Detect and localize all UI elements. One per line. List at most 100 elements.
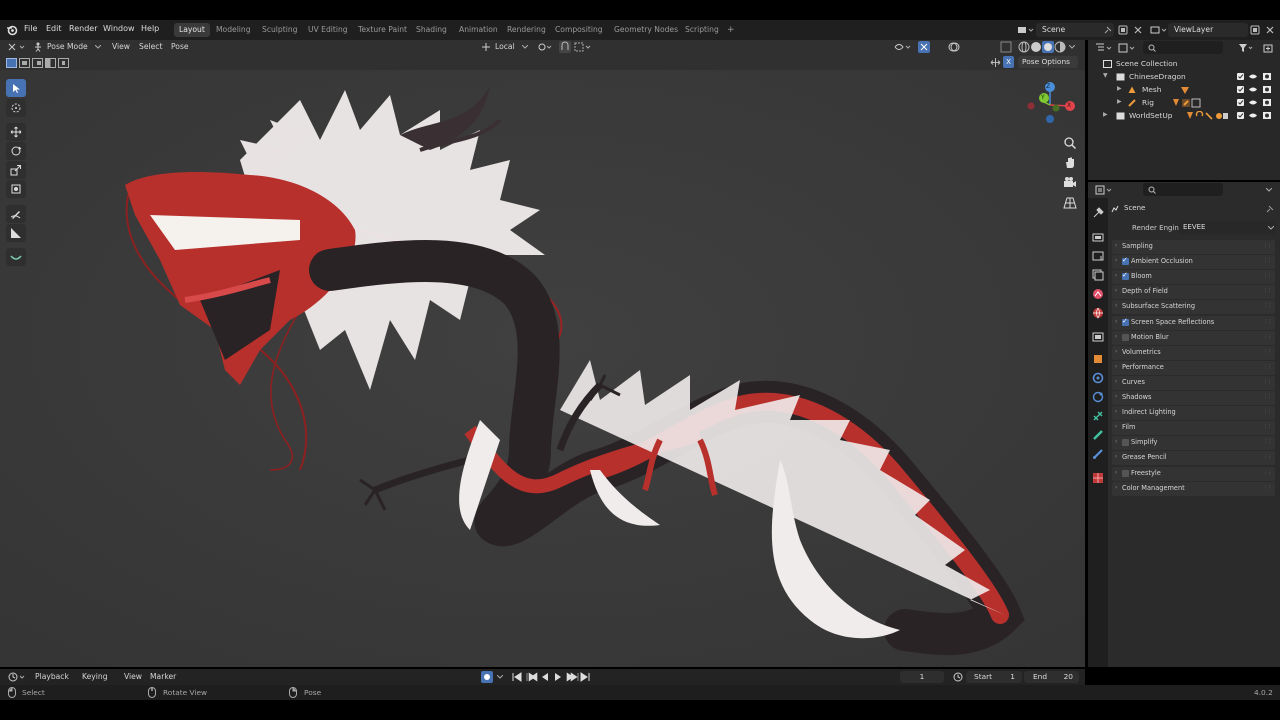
tab-animation[interactable]: Animation (454, 23, 503, 37)
panel-enable-checkbox[interactable] (1122, 256, 1129, 266)
drag-handle-icon[interactable]: ⋮⋮ (1263, 349, 1272, 355)
clock-icon[interactable] (953, 672, 963, 682)
menu-keying[interactable]: Keying (82, 672, 108, 681)
menu-help[interactable]: Help (141, 24, 159, 33)
drag-handle-icon[interactable]: ⋮⋮ (1263, 439, 1272, 445)
bone-tab-icon[interactable] (1092, 448, 1104, 460)
outliner-item-mesh[interactable]: Mesh (1142, 85, 1161, 94)
chevron-right-icon[interactable]: › (1115, 363, 1117, 370)
tab-modeling[interactable]: Modeling (211, 23, 256, 37)
select-mode-invert-icon[interactable] (45, 58, 56, 68)
panel-depth-of-field[interactable]: › Depth of Field ⋮⋮ (1112, 285, 1275, 300)
panel-grease-pencil[interactable]: › Grease Pencil ⋮⋮ (1112, 451, 1275, 466)
render-tab-icon[interactable] (1092, 231, 1104, 243)
outliner-item-rig[interactable]: Rig (1142, 98, 1154, 107)
drag-handle-icon[interactable]: ⋮⋮ (1263, 364, 1272, 370)
panel-enable-checkbox[interactable] (1122, 271, 1129, 281)
menu-edit[interactable]: Edit (46, 24, 62, 33)
perspective-toggle-icon[interactable] (1063, 196, 1077, 210)
drag-handle-icon[interactable]: ⋮⋮ (1263, 303, 1272, 309)
scene-icon[interactable] (1017, 25, 1035, 35)
panel-simplify[interactable]: › Simplify ⋮⋮ (1112, 436, 1275, 451)
panel-screen-space-reflections[interactable]: › Screen Space Reflections ⋮⋮ (1112, 315, 1275, 330)
chevron-right-icon[interactable]: › (1115, 438, 1117, 445)
chevron-right-icon[interactable]: › (1115, 302, 1117, 309)
tab-layout[interactable]: Layout (174, 23, 210, 37)
select-mode-subtract-icon[interactable] (32, 58, 43, 68)
annotate-tool[interactable] (6, 205, 26, 223)
tab-shading[interactable]: Shading (411, 23, 452, 37)
physics-tab-icon[interactable] (1092, 391, 1104, 403)
chevron-right-icon[interactable]: › (1115, 453, 1117, 460)
tab-scripting[interactable]: Scripting (680, 23, 724, 37)
collection-tab-icon[interactable] (1092, 331, 1104, 343)
panel-indirect-lighting[interactable]: › Indirect Lighting ⋮⋮ (1112, 406, 1275, 421)
filter-icon[interactable] (1238, 43, 1254, 53)
transform-tool[interactable] (6, 180, 26, 198)
chevron-right-icon[interactable]: › (1115, 484, 1117, 491)
end-frame-field[interactable]: End 20 (1024, 671, 1079, 683)
start-frame-field[interactable]: Start 1 (966, 671, 1022, 683)
move-tool[interactable] (6, 123, 26, 141)
overlays-toggle-icon[interactable] (948, 41, 960, 53)
object-constraints-tab-icon[interactable] (1092, 410, 1104, 422)
menu-playback[interactable]: Playback (35, 672, 69, 681)
chevron-down-icon[interactable] (1266, 188, 1272, 192)
rotate-tool[interactable] (6, 142, 26, 160)
scene-field[interactable]: Scene (1036, 23, 1114, 37)
current-frame-field[interactable]: 1 (900, 671, 944, 683)
tab-rendering[interactable]: Rendering (502, 23, 551, 37)
visibility-selectability-icon[interactable] (894, 42, 912, 52)
panel-freestyle[interactable]: › Freestyle ⋮⋮ (1112, 466, 1275, 481)
object-data-armature-tab-icon[interactable] (1092, 429, 1104, 441)
material-preview-shading-icon[interactable] (1042, 41, 1054, 53)
panel-volumetrics[interactable]: › Volumetrics ⋮⋮ (1112, 345, 1275, 360)
panel-sampling[interactable]: › Sampling ⋮⋮ (1112, 240, 1275, 254)
tool-tab-icon[interactable] (1092, 207, 1104, 219)
panel-shadows[interactable]: › Shadows ⋮⋮ (1112, 391, 1275, 405)
pan-hand-icon[interactable] (1063, 156, 1077, 170)
navigation-gizmo[interactable] (1022, 78, 1080, 136)
remove-scene-icon[interactable] (1133, 25, 1143, 35)
new-scene-icon[interactable] (1118, 25, 1128, 35)
tab-sculpting[interactable]: Sculpting (257, 23, 302, 37)
expand-arrow-icon[interactable]: ▼ (1103, 72, 1108, 79)
tab-geometry-nodes[interactable]: Geometry Nodes (609, 23, 683, 37)
panel-bloom[interactable]: › Bloom ⋮⋮ (1112, 270, 1275, 285)
gizmo-toggle-icon[interactable] (918, 41, 930, 53)
view-layer-field[interactable]: ViewLayer (1168, 23, 1248, 37)
menu-marker[interactable]: Marker (150, 672, 176, 681)
menu-select[interactable]: Select (139, 42, 162, 51)
tab-uv-editing[interactable]: UV Editing (303, 23, 353, 37)
chevron-right-icon[interactable]: › (1115, 348, 1117, 355)
tab-compositing[interactable]: Compositing (550, 23, 608, 37)
drag-handle-icon[interactable]: ⋮⋮ (1263, 379, 1272, 385)
menu-timeline-view[interactable]: View (124, 672, 142, 681)
transform-orientation-icon[interactable] (481, 42, 491, 52)
drag-handle-icon[interactable]: ⋮⋮ (1263, 470, 1272, 476)
editor-type-icon[interactable] (8, 42, 28, 52)
solid-shading-icon[interactable] (1030, 41, 1042, 53)
panel-enable-checkbox[interactable] (1122, 333, 1129, 341)
snap-target-icon[interactable] (574, 42, 592, 52)
bone-size-tool[interactable] (6, 248, 26, 266)
dragon-model[interactable] (0, 70, 1085, 667)
drag-handle-icon[interactable]: ⋮⋮ (1263, 243, 1272, 249)
visibility-toggles-icon[interactable] (1236, 72, 1274, 120)
mode-selector[interactable]: Pose Mode (47, 42, 88, 51)
drag-handle-icon[interactable]: ⋮⋮ (1263, 273, 1272, 279)
drag-handle-icon[interactable]: ⋮⋮ (1263, 334, 1272, 340)
chevron-right-icon[interactable]: › (1115, 393, 1117, 400)
panel-curves[interactable]: › Curves ⋮⋮ (1112, 375, 1275, 390)
orientation-selector[interactable]: Local (495, 42, 515, 51)
blender-logo-icon[interactable] (6, 24, 18, 36)
pivot-point-icon[interactable] (537, 42, 553, 52)
panel-color-management[interactable]: › Color Management ⋮⋮ (1112, 481, 1275, 496)
drag-handle-icon[interactable]: ⋮⋮ (1263, 409, 1272, 415)
expand-arrow-icon[interactable]: ▶ (1117, 98, 1122, 105)
expand-arrow-icon[interactable]: ▶ (1117, 85, 1122, 92)
menu-pose[interactable]: Pose (171, 42, 189, 51)
chevron-right-icon[interactable]: › (1115, 469, 1117, 476)
view-layer-tab-icon[interactable] (1092, 269, 1104, 281)
scene-collection-label[interactable]: Scene Collection (1116, 59, 1177, 68)
